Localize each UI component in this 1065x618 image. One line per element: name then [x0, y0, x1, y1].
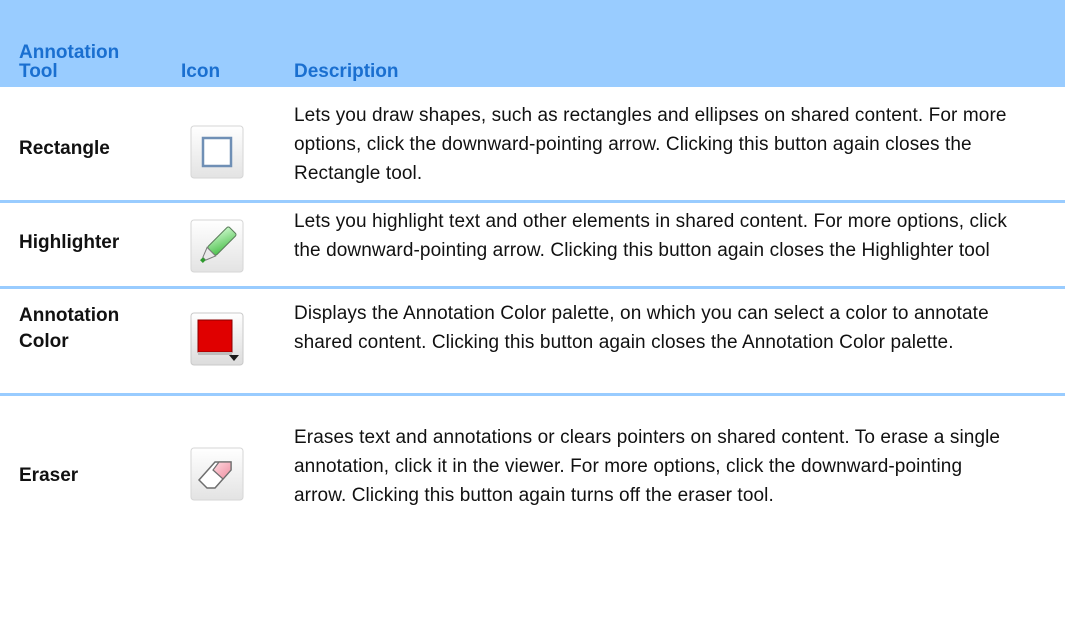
annotation-color-icon[interactable]	[189, 311, 245, 367]
header-description: Description	[294, 61, 399, 82]
header-icon: Icon	[181, 61, 221, 82]
eraser-icon[interactable]	[189, 446, 245, 502]
tool-name-annotation-color: Annotation Color	[19, 305, 120, 352]
description-annotation-color: Displays the Annotation Color palette, o…	[294, 303, 989, 353]
tool-name-rectangle: Rectangle	[19, 138, 110, 159]
description-rectangle: Lets you draw shapes, such as rectangles…	[294, 105, 1007, 184]
tool-name-highlighter: Highlighter	[19, 232, 120, 253]
table-row-eraser: Eraser Erases text and annotations or cl…	[0, 396, 1065, 596]
header-annotation-tool: Annotation Tool	[19, 42, 120, 82]
table-row-annotation-color: Annotation Color Displays the Annotation…	[0, 289, 1065, 396]
table-row-highlighter: Highlighter Lets you highlight text and …	[0, 203, 1065, 289]
annotation-tools-table: Annotation Tool Icon Description Rectang…	[0, 0, 1065, 596]
table-row-rectangle: Rectangle Lets you draw shapes, such as …	[0, 87, 1065, 203]
highlighter-icon[interactable]	[189, 218, 245, 274]
description-eraser: Erases text and annotations or clears po…	[294, 427, 1001, 506]
tool-name-eraser: Eraser	[19, 465, 79, 486]
description-highlighter: Lets you highlight text and other elemen…	[294, 211, 1007, 261]
rectangle-icon[interactable]	[189, 124, 245, 180]
table-header-row: Annotation Tool Icon Description	[0, 0, 1065, 87]
